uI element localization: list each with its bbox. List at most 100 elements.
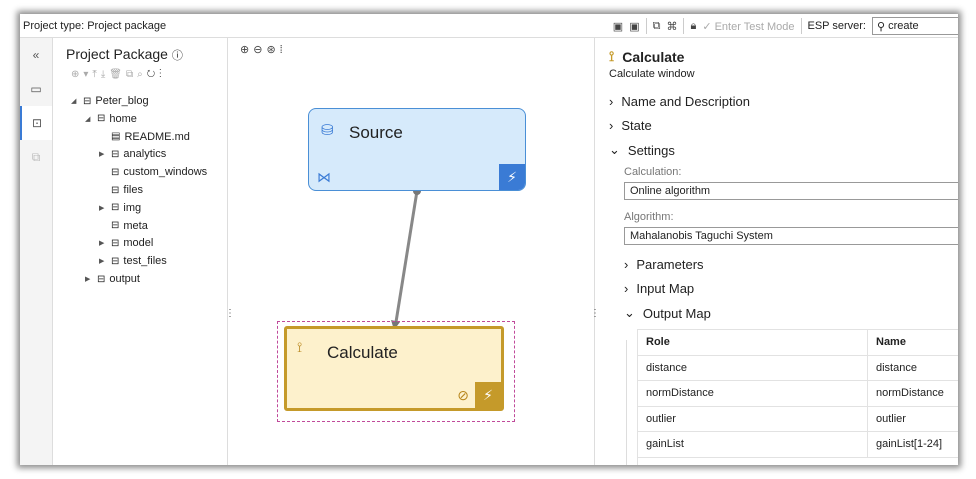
expand-arrow-icon[interactable]: ▶ bbox=[99, 204, 107, 212]
output-map-table: Role Name distance distance normDistance nor… bbox=[637, 329, 958, 465]
section-name-description[interactable]: › Name and Description bbox=[609, 94, 750, 109]
copy-icon[interactable]: ⧉ bbox=[653, 20, 661, 33]
table-row[interactable]: normDistance normDistance bbox=[637, 380, 958, 407]
section-label: Name and Description bbox=[621, 94, 750, 109]
folder-icon: ⊟ bbox=[111, 220, 120, 232]
chevron-down-icon: ⌄ bbox=[624, 305, 635, 320]
folder-icon: ⊟ bbox=[83, 95, 92, 107]
panel-title: Calculate bbox=[622, 48, 685, 65]
save-as-icon[interactable]: ▣ bbox=[629, 20, 639, 33]
tree-node[interactable]: ▶ ⊟ model bbox=[99, 237, 153, 249]
role-cell: gainList bbox=[637, 431, 868, 458]
layers-icon[interactable]: ⧉ bbox=[20, 140, 52, 174]
upload-icon[interactable]: ⤒ bbox=[92, 69, 100, 80]
folder-icon: ⊟ bbox=[97, 273, 106, 285]
calculation-select[interactable]: Online algorithm bbox=[624, 182, 958, 200]
delete-icon[interactable]: 🗑︎ bbox=[109, 69, 126, 80]
name-cell: distance bbox=[867, 354, 958, 381]
column-header-name[interactable]: Name bbox=[867, 329, 958, 356]
tree-toolbar: ⊕▾⤒⤓🗑︎⧉⌕↻⋮ bbox=[71, 69, 227, 80]
tree-node-label: custom_windows bbox=[123, 166, 208, 179]
section-label: Input Map bbox=[636, 281, 695, 296]
tree-node-label: home bbox=[109, 112, 137, 125]
collapse-arrow-icon[interactable]: ◢ bbox=[71, 97, 79, 105]
column-header-role[interactable]: Role bbox=[637, 329, 868, 356]
tree-node-label: Peter_blog bbox=[95, 95, 149, 107]
source-node[interactable]: ⛁ Source ⋈ ⚡︎ bbox=[308, 108, 526, 191]
tree-node-label: README.md bbox=[124, 130, 190, 143]
source-node-label: Source bbox=[349, 123, 403, 142]
tree-node[interactable]: ▶ ⊟ test_files bbox=[99, 255, 167, 267]
enter-test-mode-button[interactable]: ✓ Enter Test Mode bbox=[702, 20, 794, 33]
tree-node[interactable]: ⊟ files bbox=[99, 184, 143, 196]
more-icon[interactable]: ⋮ bbox=[159, 69, 166, 80]
copy-icon[interactable]: ⧉ bbox=[126, 69, 137, 80]
algorithm-label: Algorithm: bbox=[624, 211, 674, 223]
section-label: State bbox=[621, 118, 652, 133]
lock-icon[interactable]: 🔒︎ bbox=[690, 20, 696, 33]
tree-node[interactable]: ⊟ meta bbox=[99, 220, 148, 232]
file-icon: ▤ bbox=[111, 131, 121, 143]
expand-arrow-icon[interactable]: ▶ bbox=[99, 239, 107, 247]
top-bar: Project type: Project package ▣ ▣ ⧉ ⌘ 🔒︎… bbox=[20, 14, 958, 38]
refresh-icon[interactable]: ↻ bbox=[147, 69, 159, 80]
folder-icon: ⊟ bbox=[111, 148, 120, 160]
esp-server-value: create bbox=[888, 20, 919, 32]
tree-node-label: img bbox=[123, 201, 142, 214]
divider bbox=[626, 340, 627, 465]
section-state[interactable]: › State bbox=[609, 118, 652, 133]
algorithm-select[interactable]: Mahalanobis Taguchi System bbox=[624, 227, 958, 245]
folder-icon: ⊟ bbox=[111, 237, 120, 249]
table-row[interactable]: distance distance bbox=[637, 354, 958, 381]
section-settings[interactable]: ⌄ Settings bbox=[609, 142, 675, 158]
diagram-icon[interactable]: ⌘ bbox=[666, 20, 677, 33]
section-input-map[interactable]: › Input Map bbox=[624, 281, 694, 296]
table-row[interactable]: gainList gainList[1-24] bbox=[637, 431, 958, 458]
calculate-node[interactable]: ⟟ Calculate ⊘ ⚡︎ bbox=[284, 326, 504, 411]
folder-icon: ⊟ bbox=[111, 255, 120, 267]
project-package-icon[interactable]: ⊡ bbox=[20, 106, 52, 140]
tree-node[interactable]: ◢ ⊟ Peter_blog bbox=[71, 95, 149, 107]
section-output-map[interactable]: ⌄ Output Map bbox=[624, 305, 711, 321]
role-cell: outlier bbox=[637, 405, 868, 432]
section-label: Parameters bbox=[636, 257, 704, 272]
collapse-icon[interactable]: « bbox=[20, 38, 52, 72]
diagram-canvas[interactable]: ⊕⊖⊛⁞ ⛁ Source ⋈ ⚡︎ ⟟ Calculate ⊘ ⚡︎ ⋮ ⋮ bbox=[225, 38, 600, 465]
help-icon[interactable]: ⓘ bbox=[172, 50, 183, 62]
new-icon[interactable]: ⊕▾ bbox=[71, 69, 92, 80]
tree-node[interactable]: ▤ README.md bbox=[99, 131, 190, 143]
expand-arrow-icon[interactable]: ▶ bbox=[85, 275, 93, 283]
tree-node[interactable]: ◢ ⊟ home bbox=[85, 113, 137, 125]
divider bbox=[800, 18, 802, 34]
save-icon[interactable]: ▣ bbox=[613, 20, 623, 33]
esp-server-select[interactable]: ⚲ create bbox=[872, 17, 958, 35]
tree-node[interactable]: ▶ ⊟ img bbox=[99, 202, 141, 214]
chevron-right-icon: › bbox=[624, 281, 629, 296]
download-icon[interactable]: ⤓ bbox=[101, 69, 109, 80]
properties-panel: ⟟ Calculate Calculate window › Name and De… bbox=[595, 38, 958, 465]
collapse-arrow-icon[interactable]: ◢ bbox=[85, 115, 93, 123]
folder-icon: ⊟ bbox=[111, 202, 120, 214]
search-icon[interactable]: ⌕ bbox=[137, 69, 147, 80]
role-cell: distance bbox=[637, 354, 868, 381]
left-rail: « ▭ ⊡ ⧉ bbox=[20, 38, 53, 465]
app-window: Project type: Project package ▣ ▣ ⧉ ⌘ 🔒︎… bbox=[20, 14, 958, 465]
server-icon: ⚲ bbox=[877, 20, 886, 33]
expand-arrow-icon[interactable]: ▶ bbox=[99, 150, 107, 158]
tree-node[interactable]: ⊟ custom_windows bbox=[99, 166, 207, 178]
image-icon[interactable]: ▭ bbox=[20, 72, 52, 106]
tree-node[interactable]: ▶ ⊟ output bbox=[85, 273, 140, 285]
table-row[interactable]: outlier outlier bbox=[637, 405, 958, 432]
tree-node-label: analytics bbox=[123, 148, 167, 161]
divider bbox=[645, 18, 647, 34]
expand-arrow-icon[interactable]: ▶ bbox=[99, 257, 107, 265]
share-icon: ⋈ bbox=[317, 169, 331, 185]
calculate-icon: ⟟ bbox=[609, 48, 615, 64]
table-row-empty bbox=[637, 456, 958, 465]
section-parameters[interactable]: › Parameters bbox=[624, 257, 704, 272]
esp-server-label: ESP server: bbox=[807, 20, 867, 32]
tree-node[interactable]: ▶ ⊟ analytics bbox=[99, 148, 166, 160]
resize-handle[interactable]: ⋮ bbox=[225, 308, 235, 319]
chevron-right-icon: › bbox=[609, 94, 614, 109]
tree-node-label: files bbox=[123, 184, 143, 196]
